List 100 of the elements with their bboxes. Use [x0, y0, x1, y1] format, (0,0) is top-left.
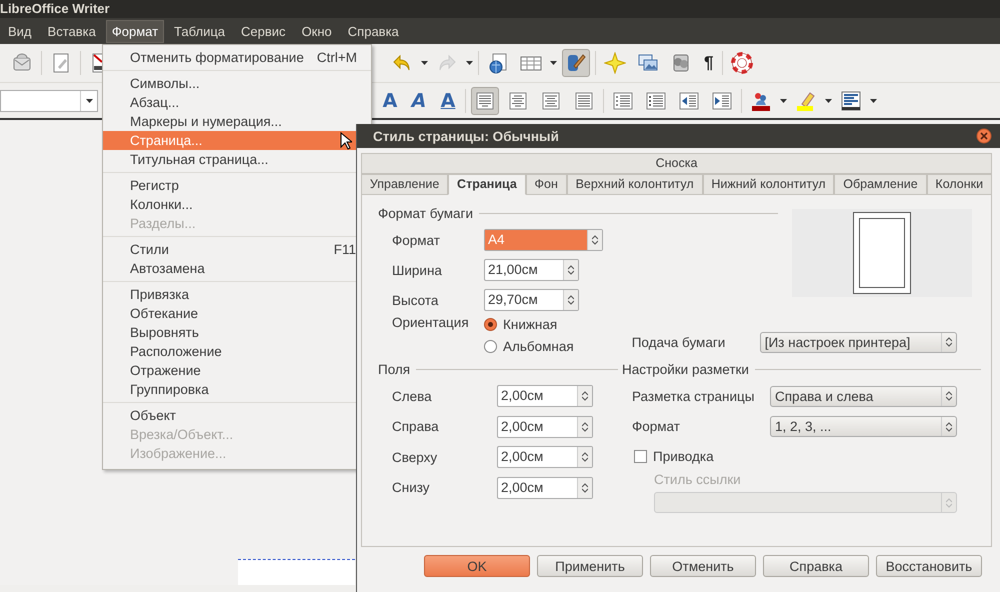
decrease-indent-icon[interactable] — [678, 90, 700, 112]
menu-item[interactable]: Справка — [342, 20, 405, 42]
radio-button[interactable] — [484, 340, 497, 352]
radio-button[interactable] — [484, 318, 497, 330]
align-center-icon[interactable] — [507, 90, 529, 112]
menu-item[interactable]: Выровнять — [103, 323, 356, 342]
field-label: Формат — [632, 419, 681, 434]
spin-arrows-icon[interactable] — [582, 482, 588, 493]
menu-item[interactable]: Таблица — [168, 20, 232, 42]
mouse-pointer-icon — [340, 132, 352, 150]
caret-icon[interactable] — [466, 61, 473, 65]
tab[interactable]: Сноска — [361, 153, 992, 174]
star-icon[interactable] — [604, 52, 626, 74]
spin-field[interactable]: 29,70см — [484, 289, 579, 311]
field-label: Сверху — [392, 450, 438, 465]
dialog-button[interactable]: Восстановить — [876, 555, 982, 577]
section-heading: Поля — [378, 362, 410, 376]
dropdown-field[interactable]: Справа и слева — [770, 386, 957, 407]
menu-item[interactable]: Вставка — [42, 20, 102, 42]
caret-icon[interactable] — [825, 98, 832, 102]
align-left-icon[interactable] — [474, 90, 496, 112]
menu-item[interactable]: Окно — [296, 20, 338, 42]
menu-item[interactable]: Стили F11 — [103, 240, 356, 259]
menu-item[interactable]: Регистр — [103, 176, 356, 195]
spin-field[interactable]: 2,00см — [497, 385, 593, 408]
menu-item[interactable]: Отражение — [103, 361, 356, 380]
tab[interactable]: Страница — [448, 174, 526, 195]
dialog-button[interactable]: Справка — [763, 555, 869, 577]
increase-indent-icon[interactable] — [711, 90, 733, 112]
tab[interactable]: Верхний колонтитул — [566, 174, 703, 195]
align-justify-icon[interactable] — [573, 90, 595, 112]
spin-arrows-icon[interactable] — [568, 265, 574, 275]
globe-document-icon[interactable] — [487, 52, 509, 74]
menu-item[interactable]: Отменить форматирование Ctrl+M — [103, 48, 371, 67]
spin-field[interactable]: 21,00см — [484, 259, 579, 281]
menu-item[interactable]: Автозамена — [103, 259, 356, 278]
spin-arrows-icon[interactable] — [582, 452, 588, 462]
dialog-button[interactable]: Применить — [537, 555, 643, 577]
spin-arrows-icon[interactable] — [946, 422, 952, 432]
radio-label: Альбомная — [503, 338, 574, 354]
window-title: LibreOffice Writer — [0, 0, 1000, 18]
tab[interactable]: Управление — [361, 174, 448, 195]
spin-arrows-icon[interactable] — [946, 391, 952, 402]
menu-item[interactable]: Титульная страница... — [103, 150, 356, 169]
caret-icon[interactable] — [86, 98, 92, 102]
italic-button[interactable]: A — [407, 88, 431, 112]
spin-field[interactable]: 2,00см — [497, 446, 593, 468]
dialog-button[interactable]: Отменить — [650, 555, 756, 577]
paragraph-background-icon[interactable] — [840, 90, 862, 112]
field-label: Справа — [392, 419, 440, 434]
caret-icon[interactable] — [870, 98, 877, 102]
underline-button[interactable]: A — [436, 88, 460, 112]
align-right-icon[interactable] — [540, 90, 562, 112]
menu-item[interactable]: Группировка — [103, 380, 356, 399]
menu-item[interactable]: Объект — [103, 406, 356, 425]
spin-arrows-icon[interactable] — [592, 235, 598, 245]
numbered-list-icon[interactable] — [612, 90, 634, 112]
tab[interactable]: Обрамление — [834, 174, 927, 195]
menu-item[interactable]: Расположение — [103, 342, 356, 361]
ok-button[interactable]: OK — [424, 555, 530, 577]
highlighter-icon[interactable] — [795, 90, 817, 112]
spin-field[interactable]: 2,00см — [497, 476, 593, 499]
checkbox[interactable] — [634, 450, 647, 462]
spin-field[interactable]: 2,00см — [497, 416, 593, 438]
menu-item[interactable]: Привязка — [103, 285, 356, 304]
tab[interactable]: Колонки — [926, 174, 992, 195]
section-heading: Настройки разметки — [622, 362, 749, 376]
menu-item[interactable]: Абзац... — [103, 93, 356, 112]
lifebuoy-icon[interactable] — [731, 52, 754, 74]
close-icon[interactable] — [976, 128, 992, 144]
field-label: Ширина — [392, 262, 443, 278]
field-label: Ориентация — [392, 315, 470, 332]
menu-item[interactable]: Формат — [106, 20, 164, 42]
dropdown-field[interactable] — [654, 492, 957, 513]
menu-item[interactable]: Обтекание — [103, 304, 356, 323]
tab[interactable]: Нижний колонтитул — [702, 174, 834, 195]
field-label: Формат — [392, 232, 441, 248]
spin-arrows-icon[interactable] — [582, 391, 588, 402]
radio-label: Книжная — [503, 316, 558, 332]
caret-icon[interactable] — [421, 61, 428, 65]
menu-item[interactable]: Вид — [2, 20, 38, 42]
field-label: Подача бумаги — [632, 334, 726, 350]
spin-arrows-icon[interactable] — [582, 422, 588, 432]
menu-item[interactable]: Символы... — [103, 74, 356, 93]
bold-button[interactable]: A — [378, 88, 402, 112]
dialog-title: Стиль страницы: Обычный — [373, 128, 559, 144]
bullet-list-icon[interactable] — [645, 90, 667, 112]
spin-arrows-icon[interactable] — [946, 337, 952, 347]
caret-icon[interactable] — [780, 98, 787, 102]
dropdown-field[interactable]: [Из настроек принтера] — [760, 332, 957, 352]
dropdown-field[interactable]: 1, 2, 3, ... — [770, 416, 957, 438]
formatting-marks-button[interactable]: ¶ — [700, 53, 718, 73]
menu-item[interactable]: Сервис — [235, 20, 292, 42]
tab[interactable]: Фон — [526, 174, 567, 195]
caret-icon[interactable] — [550, 61, 557, 65]
menu-item[interactable]: Колонки... — [103, 195, 356, 214]
spin-arrows-icon[interactable] — [568, 295, 574, 305]
menu-item[interactable]: Маркеры и нумерация... — [103, 112, 356, 131]
paintbrush-icon[interactable] — [565, 52, 587, 74]
field-label: Стиль ссылки — [653, 471, 742, 489]
